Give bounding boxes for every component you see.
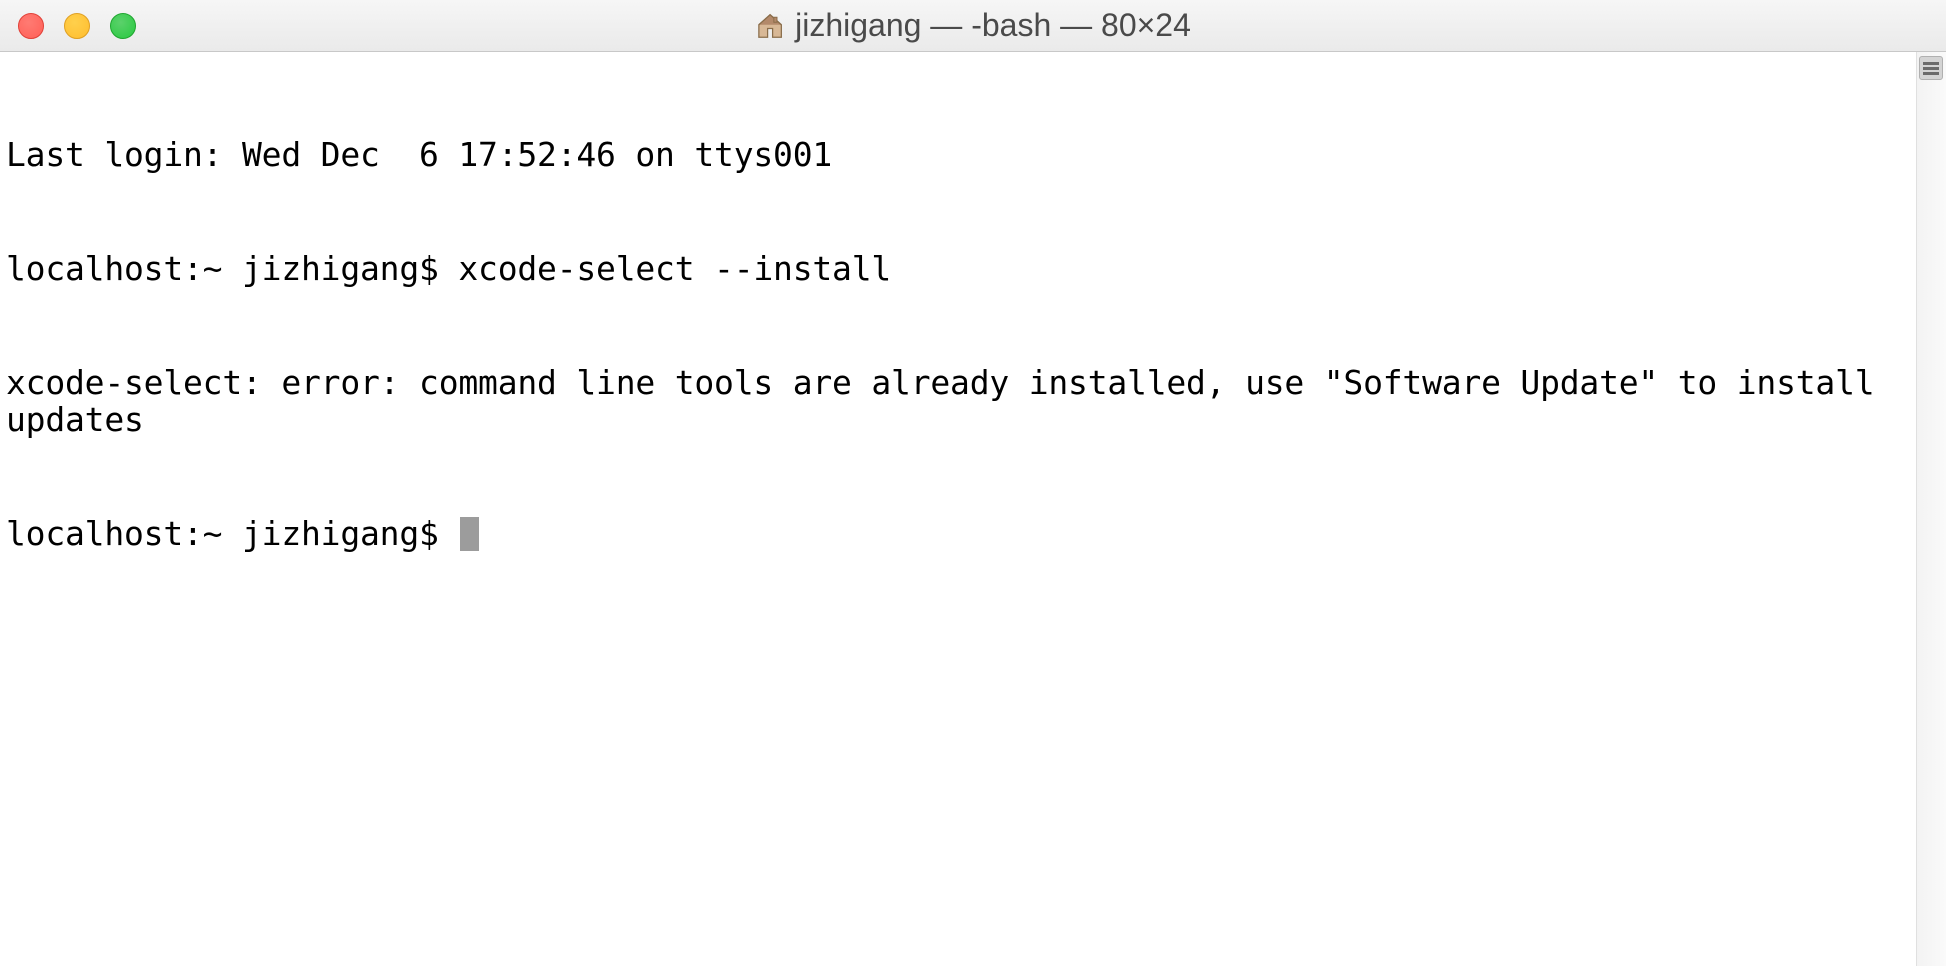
window-title: jizhigang — -bash — 80×24 (755, 7, 1191, 44)
close-button[interactable] (18, 13, 44, 39)
prompt-1: localhost:~ jizhigang$ (6, 249, 458, 288)
current-prompt-line: localhost:~ jizhigang$ (6, 515, 1910, 553)
traffic-lights (0, 13, 136, 39)
command-line-1: localhost:~ jizhigang$ xcode-select --in… (6, 250, 1910, 288)
home-icon (755, 11, 785, 41)
prompt-2: localhost:~ jizhigang$ (6, 515, 458, 553)
last-login-line: Last login: Wed Dec 6 17:52:46 on ttys00… (6, 136, 1910, 174)
output-line-1: xcode-select: error: command line tools … (6, 364, 1910, 440)
terminal-cursor (460, 517, 479, 551)
alternate-screen-toggle-icon[interactable] (1919, 56, 1943, 80)
terminal-window: jizhigang — -bash — 80×24 Last login: We… (0, 0, 1946, 966)
command-1: xcode-select --install (458, 249, 891, 288)
zoom-button[interactable] (110, 13, 136, 39)
terminal-body: Last login: Wed Dec 6 17:52:46 on ttys00… (0, 52, 1946, 966)
window-title-text: jizhigang — -bash — 80×24 (795, 7, 1191, 44)
terminal-content[interactable]: Last login: Wed Dec 6 17:52:46 on ttys00… (0, 52, 1916, 966)
window-titlebar[interactable]: jizhigang — -bash — 80×24 (0, 0, 1946, 52)
scrollbar-track[interactable] (1916, 52, 1946, 966)
minimize-button[interactable] (64, 13, 90, 39)
